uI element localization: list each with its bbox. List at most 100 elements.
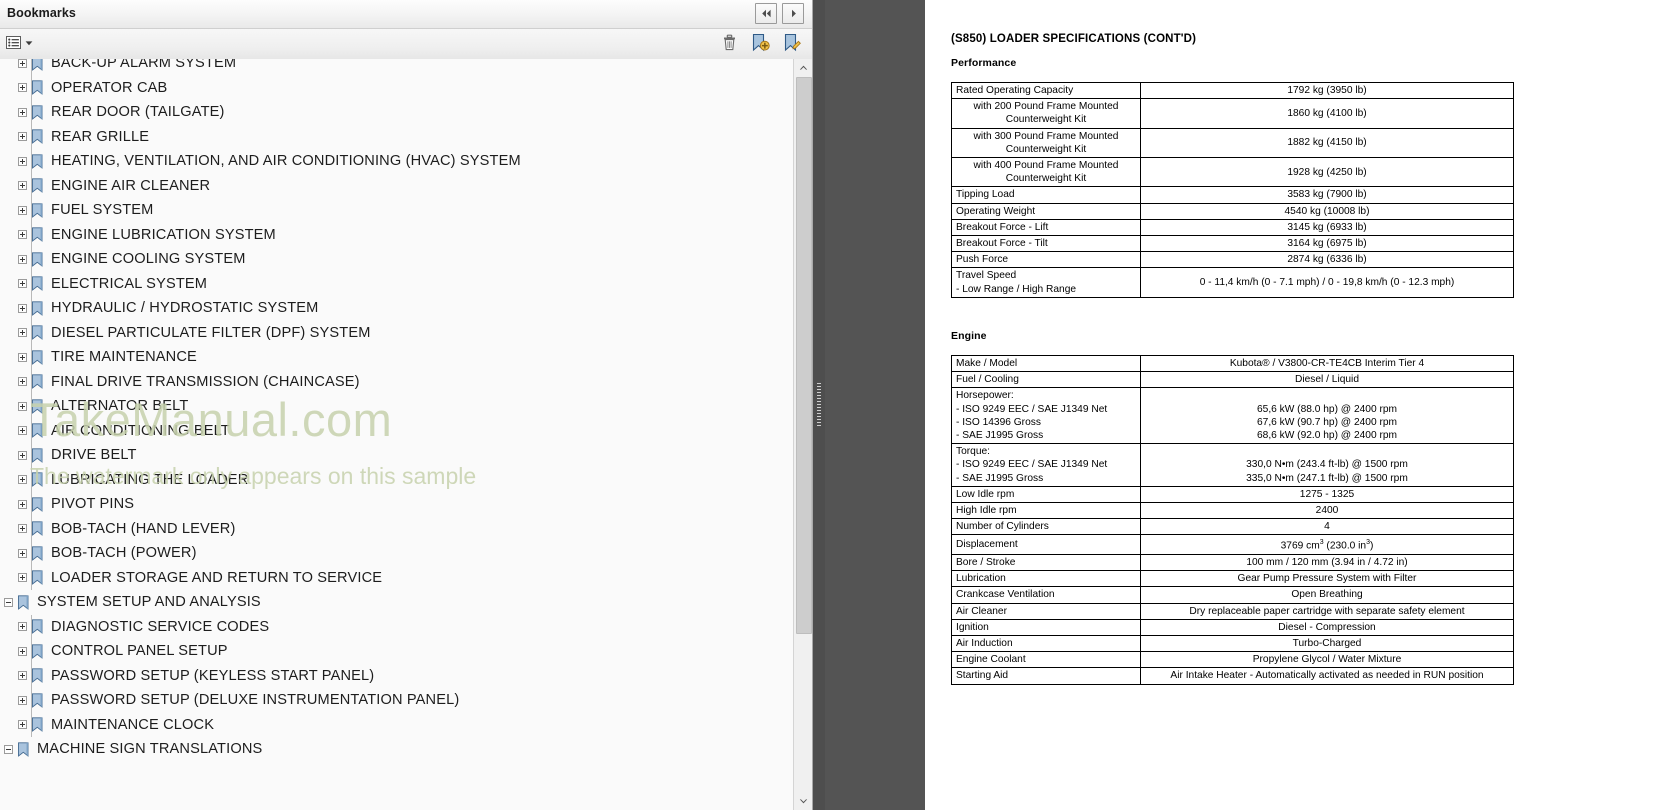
scrollbar-thumb[interactable] [796, 77, 812, 634]
expand-plus-icon[interactable] [18, 59, 27, 68]
expand-plus-icon[interactable] [18, 303, 27, 313]
table-cell-key: Crankcase Ventilation [951, 586, 1141, 604]
expand-plus-icon[interactable] [18, 230, 27, 240]
bookmark-label: HYDRAULIC / HYDROSTATIC SYSTEM [51, 300, 319, 317]
scroll-down-button[interactable] [794, 793, 812, 810]
bookmark-item[interactable]: PASSWORD SETUP (KEYLESS START PANEL) [0, 663, 793, 688]
table-row: Crankcase Ventilation Open Breathing [951, 586, 1514, 604]
new-bookmark-icon[interactable] [751, 33, 770, 52]
expand-plus-icon[interactable] [18, 156, 27, 166]
nav-next-button[interactable] [782, 3, 804, 24]
bookmark-item[interactable]: DIAGNOSTIC SERVICE CODES [0, 614, 793, 639]
table-row: Push Force 2874 kg (6336 lb) [951, 251, 1514, 269]
bookmark-icon [32, 423, 43, 439]
bookmark-label: OPERATOR CAB [51, 79, 168, 96]
bookmark-item[interactable]: BOB-TACH (POWER) [0, 541, 793, 566]
bookmark-item[interactable]: FUEL SYSTEM [0, 198, 793, 223]
expand-plus-icon[interactable] [18, 646, 27, 656]
tree-guide-line [31, 345, 32, 370]
bookmark-item[interactable]: AIR CONDITIONING BELT [0, 418, 793, 443]
collapse-minus-icon[interactable] [4, 597, 13, 607]
bookmark-icon [32, 154, 43, 169]
bookmark-item[interactable]: PASSWORD SETUP (DELUXE INSTRUMENTATION P… [0, 688, 793, 713]
bookmark-label: PIVOT PINS [51, 496, 135, 513]
expand-plus-icon[interactable] [18, 254, 27, 264]
bookmark-options-button[interactable] [6, 35, 33, 51]
expand-plus-icon[interactable] [18, 401, 27, 411]
expand-plus-icon[interactable] [18, 695, 27, 705]
bookmark-item[interactable]: BOB-TACH (HAND LEVER) [0, 516, 793, 541]
expand-plus-icon[interactable] [18, 132, 27, 142]
caret-down-icon [25, 41, 33, 46]
expand-plus-icon[interactable] [18, 524, 27, 534]
bookmark-item[interactable]: DIESEL PARTICULATE FILTER (DPF) SYSTEM [0, 320, 793, 345]
bookmark-item[interactable]: CONTROL PANEL SETUP [0, 639, 793, 664]
collapse-minus-icon[interactable] [4, 744, 13, 754]
table-cell-value: 3164 kg (6975 lb) [1140, 235, 1514, 253]
pdf-page: (S850) LOADER SPECIFICATIONS (CONT'D) Pe… [925, 0, 1670, 810]
expand-plus-icon[interactable] [18, 450, 27, 460]
expand-plus-icon[interactable] [18, 426, 27, 436]
expand-plus-icon[interactable] [18, 352, 27, 362]
document-view[interactable]: (S850) LOADER SPECIFICATIONS (CONT'D) Pe… [825, 0, 1670, 810]
bookmark-item[interactable]: MAINTENANCE CLOCK [0, 712, 793, 737]
bookmark-item[interactable]: OPERATOR CAB [0, 75, 793, 100]
expand-plus-icon[interactable] [18, 720, 27, 730]
tree-guide-line [31, 541, 32, 566]
expand-plus-icon[interactable] [18, 622, 27, 632]
double-chevron-left-icon [761, 9, 771, 18]
trash-icon[interactable] [721, 33, 738, 52]
bookmark-item[interactable]: REAR GRILLE [0, 124, 793, 149]
bookmark-label: ENGINE COOLING SYSTEM [51, 251, 246, 268]
tree-guide-line [31, 198, 32, 223]
bookmark-item[interactable]: LUBRICATING THE LOADER [0, 467, 793, 492]
bookmarks-vertical-scrollbar[interactable] [793, 59, 812, 810]
bookmarks-tree[interactable]: BACK-UP ALARM SYSTEM OPERATOR CAB REAR DOO… [0, 59, 794, 810]
expand-plus-icon[interactable] [18, 573, 27, 583]
expand-plus-icon[interactable] [18, 548, 27, 558]
bookmark-item[interactable]: BACK-UP ALARM SYSTEM [0, 59, 793, 76]
table-cell-value: 65,6 kW (88.0 hp) @ 2400 rpm 67,6 kW (90.… [1140, 387, 1514, 445]
table-cell-value: Open Breathing [1140, 586, 1514, 604]
expand-plus-icon[interactable] [18, 83, 27, 93]
bookmark-item[interactable]: HEATING, VENTILATION, AND AIR CONDITIONI… [0, 149, 793, 174]
bookmark-icon [32, 521, 43, 537]
expand-plus-icon[interactable] [18, 107, 27, 117]
table-cell-key: Low Idle rpm [951, 485, 1141, 504]
scroll-up-button[interactable] [794, 59, 812, 76]
expand-plus-icon[interactable] [18, 181, 27, 191]
expand-plus-icon[interactable] [18, 499, 27, 509]
bookmark-item[interactable]: REAR DOOR (TAILGATE) [0, 100, 793, 125]
bookmark-item[interactable]: ELECTRICAL SYSTEM [0, 271, 793, 296]
bookmark-item[interactable]: HYDRAULIC / HYDROSTATIC SYSTEM [0, 296, 793, 321]
bookmark-item[interactable]: PIVOT PINS [0, 492, 793, 517]
expand-plus-icon[interactable] [18, 328, 27, 338]
bookmark-item[interactable]: ENGINE COOLING SYSTEM [0, 247, 793, 272]
bookmark-icon [32, 497, 43, 512]
bookmark-item[interactable]: TIRE MAINTENANCE [0, 345, 793, 370]
tree-guide-line [31, 712, 32, 737]
bookmark-item[interactable]: FINAL DRIVE TRANSMISSION (CHAINCASE) [0, 369, 793, 394]
expand-plus-icon[interactable] [18, 475, 27, 485]
table-cell-key: Displacement [951, 534, 1141, 556]
table-cell-key: Fuel / Cooling [951, 371, 1141, 389]
table-cell-value: Air Intake Heater - Automatically activa… [1140, 667, 1514, 685]
bookmark-item[interactable]: ALTERNATOR BELT [0, 394, 793, 419]
expand-plus-icon[interactable] [18, 377, 27, 387]
bookmarks-tree-scroll-region[interactable]: BACK-UP ALARM SYSTEM OPERATOR CAB REAR DOO… [0, 59, 812, 810]
pane-splitter[interactable] [813, 0, 825, 810]
expand-plus-icon[interactable] [18, 671, 27, 681]
expand-plus-icon[interactable] [18, 279, 27, 289]
bookmark-item[interactable]: LOADER STORAGE AND RETURN TO SERVICE [0, 565, 793, 590]
nav-prev-button[interactable] [755, 3, 777, 24]
bookmark-item[interactable]: ENGINE AIR CLEANER [0, 173, 793, 198]
bookmark-item[interactable]: ENGINE LUBRICATION SYSTEM [0, 222, 793, 247]
bookmark-item[interactable]: DRIVE BELT [0, 443, 793, 468]
bookmark-icon [32, 105, 43, 120]
bookmark-item[interactable]: MACHINE SIGN TRANSLATIONS [0, 737, 793, 762]
tree-guide-line [31, 369, 32, 394]
table-row: Horsepower: - ISO 9249 EEC / SAE J1349 N… [951, 387, 1514, 445]
edit-bookmark-icon[interactable] [783, 33, 802, 52]
expand-plus-icon[interactable] [18, 205, 27, 215]
bookmark-item[interactable]: SYSTEM SETUP AND ANALYSIS [0, 590, 793, 615]
